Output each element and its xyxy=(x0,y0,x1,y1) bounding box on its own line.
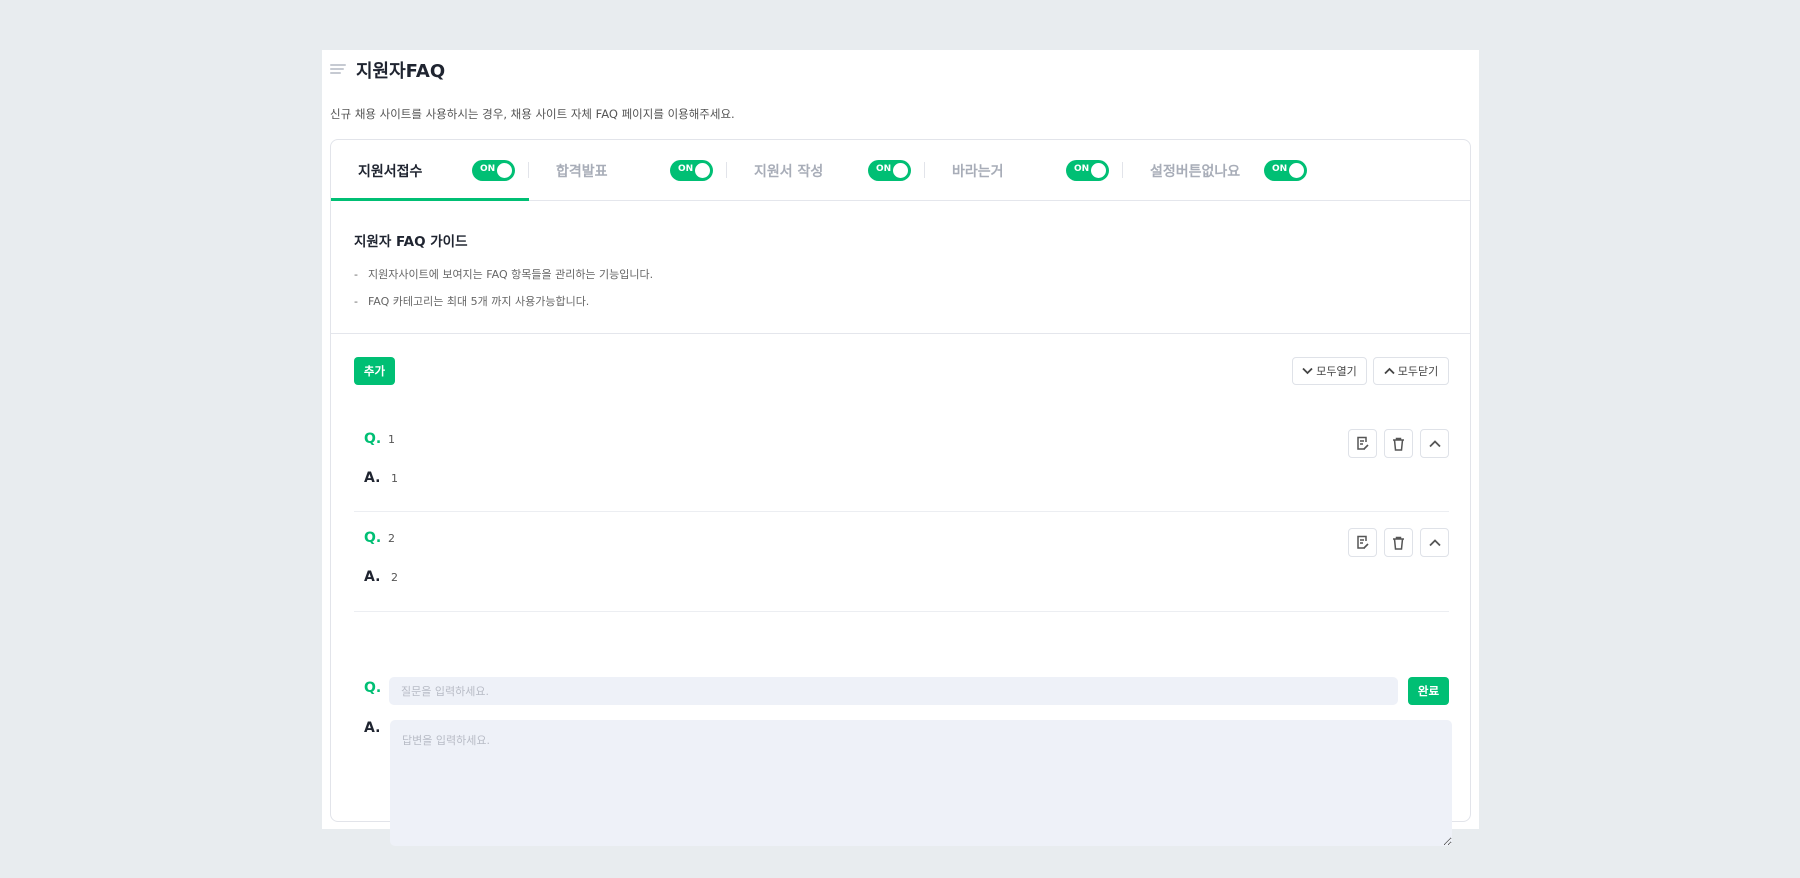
answer-text: 1 xyxy=(391,472,398,485)
toggle-label: ON xyxy=(1272,164,1288,174)
tab-category-2[interactable]: 합격발표 ON xyxy=(529,140,727,201)
done-button[interactable]: 완료 xyxy=(1408,677,1449,705)
page-title: 지원자FAQ xyxy=(356,61,446,82)
toggle-knob xyxy=(695,163,710,178)
divider xyxy=(331,333,1470,334)
collapse-all-button[interactable]: 모두닫기 xyxy=(1373,357,1449,385)
tab-category-3[interactable]: 지원서 작성 ON xyxy=(727,140,925,201)
delete-button[interactable] xyxy=(1384,528,1413,557)
toggle-knob xyxy=(1289,163,1304,178)
menu-icon xyxy=(330,64,346,75)
category-toggle[interactable]: ON xyxy=(868,160,911,181)
toggle-knob xyxy=(1091,163,1106,178)
tab-label: 합격발표 xyxy=(556,164,608,180)
category-toggle[interactable]: ON xyxy=(1264,160,1307,181)
category-tabs: 지원서접수 ON 합격발표 ON 지원서 작성 ON 바라는거 ON 설정버튼없… xyxy=(331,140,1470,201)
guide-item: - 지원자사이트에 보여지는 FAQ 항목들을 관리하는 기능입니다. xyxy=(354,266,663,282)
toggle-label: ON xyxy=(1074,164,1090,174)
bullet-dash: - xyxy=(354,268,358,281)
category-toggle[interactable]: ON xyxy=(670,160,713,181)
answer-input[interactable] xyxy=(390,720,1452,846)
guide-item-text: FAQ 카테고리는 최대 5개 까지 사용가능합니다. xyxy=(367,295,590,308)
question-text: 2 xyxy=(388,532,395,545)
answer-mark: A. xyxy=(364,470,381,486)
edit-button[interactable] xyxy=(1348,429,1377,458)
toggle-label: ON xyxy=(876,164,892,174)
edit-icon xyxy=(1356,535,1369,549)
toggle-label: ON xyxy=(678,164,694,174)
tab-category-5[interactable]: 설정버튼없나요 ON xyxy=(1123,140,1321,201)
expand-all-button[interactable]: 모두열기 xyxy=(1292,357,1367,385)
tab-category-4[interactable]: 바라는거 ON xyxy=(925,140,1123,201)
bullet-dash: - xyxy=(354,295,358,308)
chevron-up-icon xyxy=(1384,367,1395,375)
question-mark: Q. xyxy=(364,530,382,546)
answer-text: 2 xyxy=(391,571,398,584)
tab-category-1[interactable]: 지원서접수 ON xyxy=(331,140,529,201)
chevron-up-icon xyxy=(1428,439,1441,447)
edit-button[interactable] xyxy=(1348,528,1377,557)
question-mark: Q. xyxy=(364,680,382,696)
question-text: 1 xyxy=(388,433,395,446)
divider xyxy=(354,611,1449,612)
expand-all-label: 모두열기 xyxy=(1316,366,1357,378)
edit-icon xyxy=(1356,436,1369,450)
page-subtitle: 신규 채용 사이트를 사용하시는 경우, 채용 사이트 자체 FAQ 페이지를 … xyxy=(330,107,735,121)
guide-item-text: 지원자사이트에 보여지는 FAQ 항목들을 관리하는 기능입니다. xyxy=(367,268,654,281)
category-toggle[interactable]: ON xyxy=(1066,160,1109,181)
question-mark: Q. xyxy=(364,431,382,447)
guide-item: - FAQ 카테고리는 최대 5개 까지 사용가능합니다. xyxy=(354,293,599,309)
faq-card: 지원서접수 ON 합격발표 ON 지원서 작성 ON 바라는거 ON 설정버튼없… xyxy=(330,139,1471,846)
faq-panel: 지원자FAQ 신규 채용 사이트를 사용하시는 경우, 채용 사이트 자체 FA… xyxy=(322,50,1479,846)
delete-button[interactable] xyxy=(1384,429,1413,458)
tab-label: 지원서 작성 xyxy=(754,164,824,180)
add-button[interactable]: 추가 xyxy=(354,357,395,385)
chevron-up-icon xyxy=(1428,538,1441,546)
tab-label: 설정버튼없나요 xyxy=(1150,164,1241,180)
tab-label: 지원서접수 xyxy=(358,164,423,180)
divider xyxy=(354,511,1449,512)
trash-icon xyxy=(1393,437,1404,451)
guide-title: 지원자 FAQ 가이드 xyxy=(354,234,468,250)
tab-label: 바라는거 xyxy=(952,164,1004,180)
category-toggle[interactable]: ON xyxy=(472,160,515,181)
chevron-down-icon xyxy=(1302,367,1313,375)
collapse-item-button[interactable] xyxy=(1420,528,1449,557)
collapse-all-label: 모두닫기 xyxy=(1397,366,1439,378)
answer-mark: A. xyxy=(364,720,381,736)
toggle-knob xyxy=(497,163,512,178)
toggle-label: ON xyxy=(480,164,496,174)
toggle-knob xyxy=(893,163,908,178)
trash-icon xyxy=(1393,536,1404,550)
question-input[interactable] xyxy=(389,677,1398,705)
collapse-item-button[interactable] xyxy=(1420,429,1449,458)
answer-mark: A. xyxy=(364,569,381,585)
